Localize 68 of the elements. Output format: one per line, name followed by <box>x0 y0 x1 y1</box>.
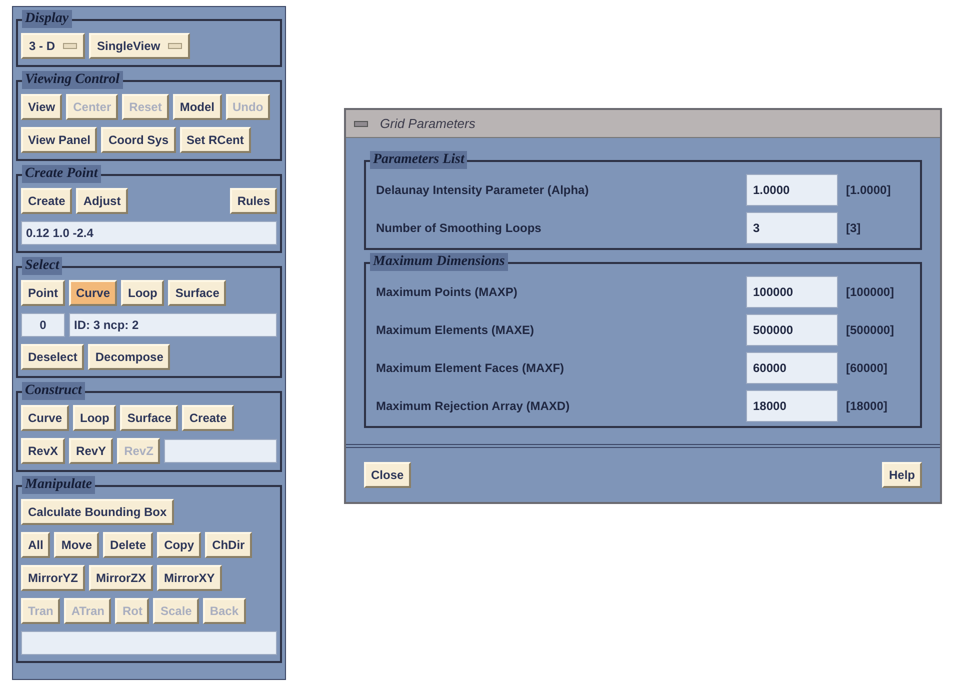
option-indicator-icon <box>168 43 182 49</box>
panel-button[interactable]: Curve <box>21 405 70 431</box>
parameter-field[interactable]: 18000 <box>746 390 838 422</box>
dialog-button[interactable]: Close <box>364 462 411 488</box>
panel-button[interactable]: Create <box>21 188 72 214</box>
default-value: [18000] <box>845 398 888 415</box>
panel-button[interactable]: Loop <box>73 405 116 431</box>
group-title: Maximum Dimensions <box>370 253 508 271</box>
panel-button[interactable]: Move <box>54 532 100 558</box>
panel-button[interactable]: Calculate Bounding Box <box>21 499 174 525</box>
group-title: Construct <box>22 382 85 400</box>
parameter-label: Delaunay Intensity Parameter (Alpha) <box>376 182 590 199</box>
parameter-field[interactable]: 3 <box>746 212 838 244</box>
default-value: [60000] <box>845 360 888 377</box>
window-title: Grid Parameters <box>380 114 476 133</box>
parameter-label: Maximum Points (MAXP) <box>376 284 518 301</box>
panel-button[interactable]: Set RCent <box>180 127 251 153</box>
parameter-label: Number of Smoothing Loops <box>376 220 542 237</box>
group-title: Display <box>22 10 72 28</box>
default-value: [3] <box>845 220 862 237</box>
parameter-field[interactable]: 1.0000 <box>746 174 838 206</box>
text-field[interactable]: ID: 3 ncp: 2 <box>69 313 277 337</box>
panel-button[interactable]: Delete <box>103 532 154 558</box>
parameter-label: Maximum Rejection Array (MAXD) <box>376 398 571 415</box>
panel-button[interactable]: RevY <box>69 438 114 464</box>
panel-button[interactable]: MirrorZX <box>89 565 154 591</box>
default-value: [500000] <box>845 322 896 339</box>
dialog-button[interactable]: Help <box>882 462 922 488</box>
text-field[interactable]: 0.12 1.0 -2.4 <box>21 221 277 245</box>
option-menu[interactable]: SingleView <box>89 33 190 59</box>
panel-button[interactable]: Rules <box>230 188 277 214</box>
panel-button[interactable]: View Panel <box>21 127 98 153</box>
panel-button[interactable]: Adjust <box>76 188 128 214</box>
option-indicator-icon <box>63 43 78 49</box>
text-field[interactable] <box>164 439 277 463</box>
panel-button[interactable]: Deselect <box>21 344 84 370</box>
panel-button[interactable]: MirrorXY <box>157 565 222 591</box>
panel-button[interactable]: ChDir <box>205 532 252 558</box>
parameter-field[interactable]: 100000 <box>746 276 838 308</box>
panel-button[interactable]: Copy <box>157 532 202 558</box>
panel-button[interactable]: View <box>21 94 62 120</box>
group-title: Select <box>22 257 62 275</box>
group-title: Create Point <box>22 165 101 183</box>
group-title: Viewing Control <box>22 71 123 89</box>
default-value: [100000] <box>845 284 896 301</box>
panel-button[interactable]: Loop <box>121 280 164 306</box>
parameter-field[interactable]: 500000 <box>746 314 838 346</box>
panel-button[interactable]: All <box>21 532 50 558</box>
option-menu[interactable]: 3 - D <box>21 33 86 59</box>
group-title: Manipulate <box>22 476 95 494</box>
panel-button[interactable]: Point <box>21 280 65 306</box>
parameter-label: Maximum Elements (MAXE) <box>376 322 536 339</box>
panel-button[interactable]: Surface <box>168 280 226 306</box>
panel-button[interactable]: Decompose <box>88 344 170 370</box>
panel-button[interactable]: Coord Sys <box>101 127 176 153</box>
panel-button[interactable]: Model <box>172 94 222 120</box>
panel-button[interactable]: Curve <box>69 280 118 306</box>
panel-button[interactable]: Create <box>182 405 234 431</box>
parameter-field[interactable]: 60000 <box>746 352 838 384</box>
panel-button[interactable]: RevX <box>21 438 66 464</box>
parameter-label: Maximum Element Faces (MAXF) <box>376 360 566 377</box>
window-menu-icon[interactable] <box>354 120 368 126</box>
count-field: 0 <box>21 313 65 337</box>
group-title: Parameters List <box>370 151 468 169</box>
panel-button[interactable]: MirrorYZ <box>21 565 86 591</box>
default-value: [1.0000] <box>845 182 892 199</box>
panel-button[interactable]: Surface <box>120 405 178 431</box>
text-field[interactable] <box>21 631 277 655</box>
